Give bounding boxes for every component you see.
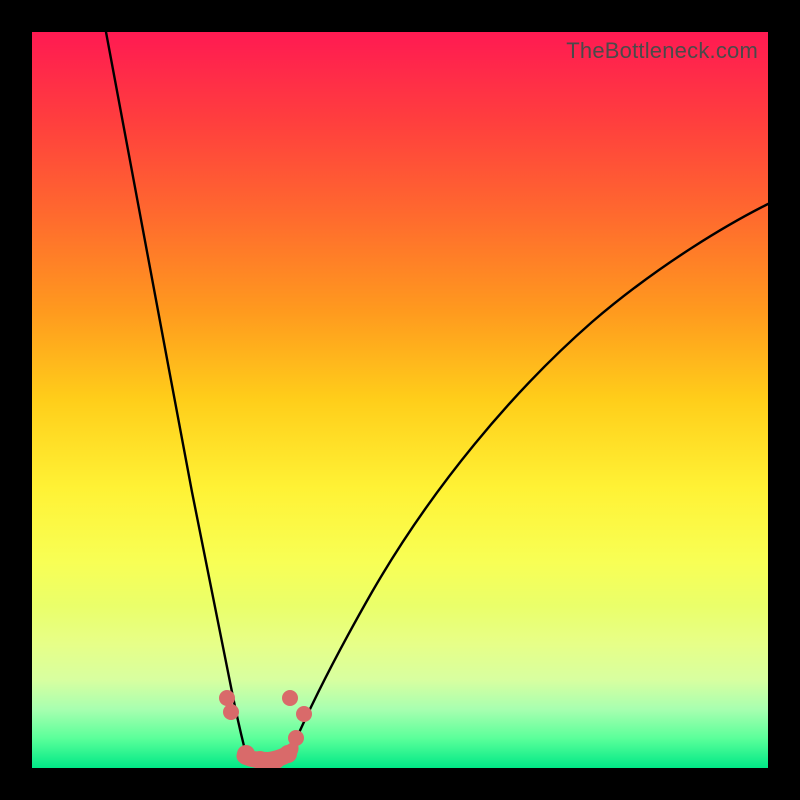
- curve-left-descent: [106, 32, 244, 746]
- marker-dot: [282, 690, 298, 706]
- marker-dot: [223, 704, 239, 720]
- curve-right-ascent: [294, 204, 768, 744]
- marker-dot: [288, 730, 304, 746]
- marker-dot: [296, 706, 312, 722]
- marker-dot: [219, 690, 235, 706]
- curve-layer: [32, 32, 768, 768]
- marker-dot: [279, 745, 297, 763]
- chart-frame: TheBottleneck.com: [0, 0, 800, 800]
- plot-area: TheBottleneck.com: [32, 32, 768, 768]
- bottleneck-curve: [106, 32, 768, 762]
- marker-cluster: [219, 690, 312, 768]
